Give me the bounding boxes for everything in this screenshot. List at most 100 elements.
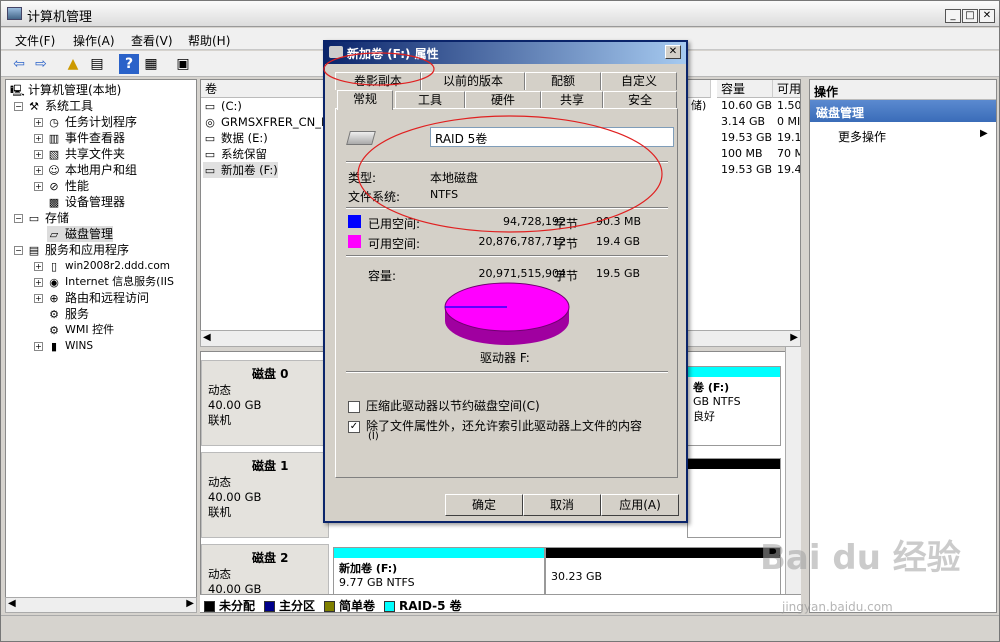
volume-row[interactable]: ▭ 数据 (E:) <box>203 130 268 146</box>
tab-shadow-copies[interactable]: 卷影副本 <box>335 72 421 90</box>
dialog-title: 新加卷 (F:) 属性 <box>325 42 686 64</box>
checkbox-unchecked[interactable] <box>348 400 360 413</box>
free-swatch <box>348 235 361 248</box>
tab-hardware[interactable]: 硬件 <box>465 91 541 109</box>
volume-free: 19.4 <box>777 163 801 176</box>
tree-item-device-manager[interactable]: ▩ 设备管理器 <box>47 194 125 210</box>
tree-item-disk-management[interactable]: ▱ 磁盘管理 <box>47 226 114 242</box>
ok-button[interactable]: 确定 <box>445 494 523 516</box>
volume-row[interactable]: ▭ 系统保留 <box>203 146 267 162</box>
back-icon[interactable]: ⇦ <box>9 54 29 74</box>
volume-free: 0 MI <box>777 115 801 128</box>
tree-item-wmi[interactable]: ⚙ WMI 控件 <box>47 322 114 338</box>
filesystem-label: 文件系统: <box>348 190 401 204</box>
checkbox-checked[interactable]: ✓ <box>348 420 360 433</box>
free-unit: 字节 <box>554 237 579 251</box>
filesystem-value: NTFS <box>430 188 459 201</box>
tab-security[interactable]: 安全 <box>603 91 677 109</box>
tree-item-task-scheduler[interactable]: + ◷ 任务计划程序 <box>34 114 137 130</box>
tree-item-win2008[interactable]: + ▯ win2008r2.ddd.com <box>34 258 170 274</box>
menu-file[interactable]: 文件(F) <box>15 32 55 49</box>
tree-item-shared-folders[interactable]: + ▧ 共享文件夹 <box>34 146 125 162</box>
used-swatch <box>348 215 361 228</box>
drive-icon <box>346 131 376 145</box>
computer-icon: 🖳 <box>10 84 25 97</box>
forward-icon[interactable]: ⇨ <box>31 54 51 74</box>
window-title: 计算机管理 <box>27 10 93 25</box>
tab-quota[interactable]: 配额 <box>525 72 601 90</box>
disk-0-partition[interactable]: 卷 (F:) GB NTFS 良好 <box>687 366 781 446</box>
wmi-icon: ⚙ <box>49 323 59 337</box>
tree-item-routing[interactable]: + ⊕ 路由和远程访问 <box>34 290 149 306</box>
partition-name: 卷 (F:) <box>693 381 730 394</box>
storage-icon: ▭ <box>28 212 40 225</box>
console-icon[interactable]: ▣ <box>173 54 193 74</box>
actions-section-disk-management[interactable]: 磁盘管理 <box>810 100 996 122</box>
free-label: 可用空间: <box>368 237 421 251</box>
column-capacity[interactable]: 容量 <box>717 80 773 98</box>
tree-item-iis[interactable]: + ◉ Internet 信息服务(IIS <box>34 274 174 290</box>
disk-title: 磁盘 0 <box>252 367 289 381</box>
capacity-bytes: 20,971,515,904 <box>478 267 566 280</box>
tree-item-wins[interactable]: + ▮ WINS <box>34 338 93 354</box>
disk-usage-pie <box>444 282 570 345</box>
legend-raid5: RAID-5 卷 <box>384 597 462 614</box>
close-button[interactable]: ✕ <box>979 9 995 23</box>
tree-item-services[interactable]: ⚙ 服务 <box>47 306 89 322</box>
tab-sharing[interactable]: 共享 <box>541 91 603 109</box>
apply-button[interactable]: 应用(A) <box>601 494 679 516</box>
disk-0-label[interactable]: 磁盘 0 动态 40.00 GB 联机 <box>201 360 329 446</box>
services-apps-icon: ▤ <box>28 244 40 257</box>
tab-general[interactable]: 常规 <box>337 90 393 110</box>
menu-action[interactable]: 操作(A) <box>73 32 115 49</box>
tree-item-event-viewer[interactable]: + ▥ 事件查看器 <box>34 130 125 146</box>
tree-item-local-users[interactable]: + ☺ 本地用户和组 <box>34 162 137 178</box>
tree-item-system-tools[interactable]: − ⚒ 系统工具 <box>14 98 93 114</box>
show-hide-tree-icon[interactable]: ▤ <box>87 54 107 74</box>
volume-name-input[interactable]: RAID 5卷 <box>430 127 674 147</box>
index-checkbox[interactable]: ✓ 除了文件属性外，还允许索引此驱动器上文件的内容 <box>348 417 642 434</box>
wins-icon: ▮ <box>50 339 58 353</box>
capacity-label: 容量: <box>368 269 397 283</box>
disk-type: 动态 <box>208 567 231 581</box>
compress-checkbox[interactable]: 压缩此驱动器以节约磁盘空间(C) <box>348 397 540 414</box>
menu-view[interactable]: 查看(V) <box>131 32 173 49</box>
menu-help[interactable]: 帮助(H) <box>188 32 230 49</box>
disk-title: 磁盘 1 <box>252 459 289 473</box>
baidu-watermark: Bai du 经验 <box>760 538 961 578</box>
tree-item-performance[interactable]: + ⊘ 性能 <box>34 178 89 194</box>
volume-status: 储) <box>691 99 707 112</box>
used-label: 已用空间: <box>368 217 421 231</box>
free-size: 19.4 GB <box>596 235 641 248</box>
volume-row-selected[interactable]: ▭ 新加卷 (F:) <box>203 162 278 178</box>
drive-label: 驱动器 F: <box>480 351 530 365</box>
volume-row[interactable]: ▭ (C:) <box>203 98 242 114</box>
tab-customize[interactable]: 自定义 <box>601 72 677 90</box>
legend-primary: 主分区 <box>264 597 315 614</box>
tree-item-storage[interactable]: − ▭ 存储 <box>14 210 69 226</box>
dialog-close-button[interactable]: ✕ <box>665 45 681 59</box>
tree-horizontal-scrollbar[interactable]: ◀ ▶ <box>5 597 197 613</box>
minimize-button[interactable]: _ <box>945 9 961 23</box>
help-icon[interactable]: ? <box>119 54 139 74</box>
disk-1-partition[interactable] <box>687 458 781 538</box>
dvd-icon: ◎ <box>205 116 215 129</box>
maximize-button[interactable]: □ <box>962 9 978 23</box>
tab-tools[interactable]: 工具 <box>395 91 465 109</box>
tree-item-services-apps[interactable]: − ▤ 服务和应用程序 <box>14 242 129 258</box>
cancel-button[interactable]: 取消 <box>523 494 601 516</box>
more-actions-link[interactable]: 更多操作 <box>838 128 886 145</box>
disk-1-label[interactable]: 磁盘 1 动态 40.00 GB 联机 <box>201 452 329 538</box>
partition-fs: GB NTFS <box>693 395 741 408</box>
properties-icon[interactable]: ▦ <box>141 54 161 74</box>
volume-capacity: 19.53 GB <box>721 131 773 144</box>
free-bytes: 20,876,787,712 <box>478 235 566 248</box>
up-folder-icon[interactable]: ▲ <box>63 54 83 74</box>
column-free[interactable]: 可用 <box>773 80 800 98</box>
used-bytes: 94,728,192 <box>503 215 566 228</box>
capacity-size: 19.5 GB <box>596 267 641 280</box>
clock-icon: ◷ <box>49 116 59 129</box>
tree-item-root[interactable]: 🖳 计算机管理(本地) <box>10 82 121 98</box>
tab-previous-versions[interactable]: 以前的版本 <box>421 72 525 90</box>
partition-name: 新加卷 (F:) <box>339 562 398 575</box>
